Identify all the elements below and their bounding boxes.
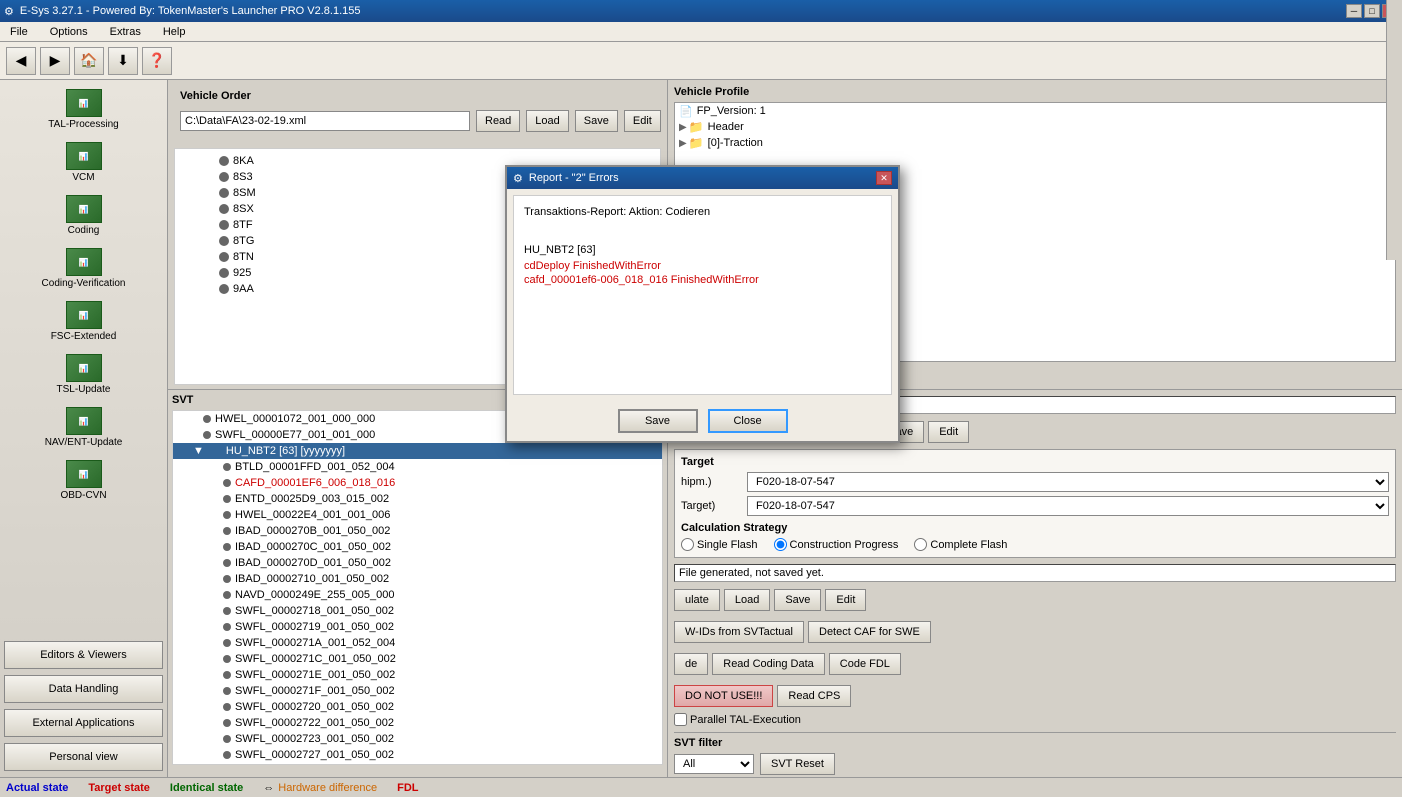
dialog-titlebar: ⚙ Report - "2" Errors ✕ (507, 167, 898, 189)
report-dialog: ⚙ Report - "2" Errors ✕ Transaktions-Rep… (505, 165, 900, 443)
dialog-line-blank (524, 228, 881, 240)
dialog-line-hu-nbt2: HU_NBT2 [63] (524, 244, 881, 256)
dialog-close-action-button[interactable]: Close (708, 409, 788, 433)
dialog-content: Transaktions-Report: Aktion: Codieren HU… (513, 195, 892, 395)
dialog-line-cafd: cafd_00001ef6-006_018_016 FinishedWithEr… (524, 274, 881, 286)
dialog-icon: ⚙ (513, 172, 523, 185)
dialog-title: Report - "2" Errors (529, 172, 619, 184)
dialog-line-cddeploy: cdDeploy FinishedWithError (524, 260, 881, 272)
dialog-overlay: ⚙ Report - "2" Errors ✕ Transaktions-Rep… (0, 0, 1402, 797)
dialog-footer: Save Close (507, 401, 898, 441)
dialog-titlebar-left: ⚙ Report - "2" Errors (513, 172, 619, 185)
dialog-save-button[interactable]: Save (618, 409, 698, 433)
dialog-close-button[interactable]: ✕ (876, 171, 892, 185)
dialog-header-text: Transaktions-Report: Aktion: Codieren (524, 206, 881, 218)
